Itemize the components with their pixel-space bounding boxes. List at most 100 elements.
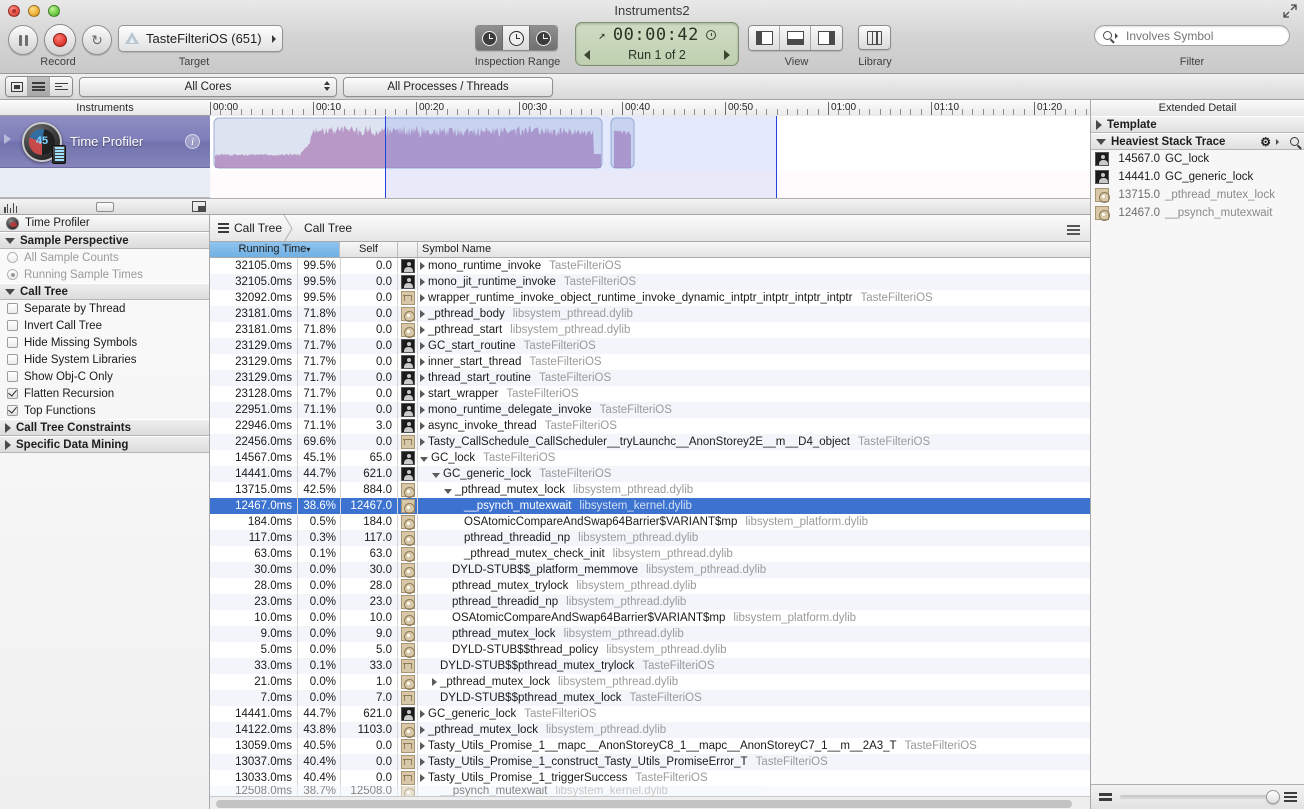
gear-icon[interactable]: ⚙ xyxy=(1260,135,1271,149)
table-row[interactable]: 23128.0ms 71.7% 0.0 start_wrapper TasteFilte… xyxy=(210,386,1090,402)
stack-trace-row[interactable]: 13715.0 _pthread_mutex_lock xyxy=(1091,186,1304,204)
filter-search-field[interactable] xyxy=(1094,25,1290,46)
stack-trace-row[interactable]: 12467.0 __psynch_mutexwait xyxy=(1091,204,1304,222)
table-row[interactable]: 28.0ms 0.0% 28.0 pthread_mutex_trylock libsy… xyxy=(210,578,1090,594)
table-row[interactable]: 10.0ms 0.0% 10.0 OSAtomicCompareAndSwap64Ba… xyxy=(210,610,1090,626)
toggle-left-pane-button[interactable] xyxy=(749,26,780,50)
stack-trace-row[interactable]: 14441.0 GC_generic_lock xyxy=(1091,168,1304,186)
slider-knob[interactable] xyxy=(1266,790,1280,804)
table-row[interactable]: 23181.0ms 71.8% 0.0 _pthread_body libsystem_… xyxy=(210,306,1090,322)
heaviest-stack-section-header[interactable]: Heaviest Stack Trace ⚙ xyxy=(1091,133,1304,150)
table-row[interactable]: 32105.0ms 99.5% 0.0 mono_runtime_invoke Tast… xyxy=(210,258,1090,274)
disclosure-triangle-icon[interactable] xyxy=(444,488,452,494)
settings-option-all-sample-counts[interactable]: All Sample Counts xyxy=(0,249,209,266)
gear-chevron-icon[interactable] xyxy=(1276,138,1279,145)
target-selector[interactable]: TasteFilteriOS (651) xyxy=(118,25,283,52)
table-row[interactable]: 117.0ms 0.3% 117.0 pthread_threadid_np libsy… xyxy=(210,530,1090,546)
table-row[interactable]: 22951.0ms 71.1% 0.0 mono_runtime_delegate_i… xyxy=(210,402,1090,418)
detail-view-button[interactable] xyxy=(6,77,28,96)
disclosure-triangle-icon[interactable] xyxy=(420,374,425,382)
equalizer-icon[interactable] xyxy=(1099,790,1112,804)
disclosure-triangle-icon[interactable] xyxy=(420,342,425,350)
table-row[interactable]: 30.0ms 0.0% 30.0 DYLD-STUB$$_platform_memmo… xyxy=(210,562,1090,578)
disclosure-triangle-icon[interactable] xyxy=(420,456,428,462)
record-button[interactable] xyxy=(44,24,76,56)
settings-section-call-tree[interactable]: Call Tree xyxy=(0,283,209,300)
checkbox[interactable] xyxy=(7,405,18,416)
search-input[interactable] xyxy=(1124,27,1274,44)
disclosure-triangle-icon[interactable] xyxy=(420,758,425,766)
table-row[interactable]: 32092.0ms 99.5% 0.0 wrapper_runtime_invoke_… xyxy=(210,290,1090,306)
instrument-row-time-profiler[interactable]: 45 Time Profiler i xyxy=(0,116,210,168)
disclosure-triangle-icon[interactable] xyxy=(420,742,425,750)
table-row[interactable]: 23129.0ms 71.7% 0.0 thread_start_routine Tas… xyxy=(210,370,1090,386)
table-row[interactable]: 32105.0ms 99.5% 0.0 mono_jit_runtime_invoke… xyxy=(210,274,1090,290)
fullscreen-icon[interactable] xyxy=(1283,4,1297,18)
cpu-usage-graph[interactable] xyxy=(210,116,1090,171)
checkbox[interactable] xyxy=(7,371,18,382)
disclosure-triangle-icon[interactable] xyxy=(420,710,425,718)
disclosure-triangle-icon[interactable] xyxy=(420,294,425,302)
column-header-running-time[interactable]: Running Time▾ xyxy=(210,242,340,257)
disclosure-triangle-icon[interactable] xyxy=(420,390,425,398)
options-menu-icon[interactable] xyxy=(1067,223,1080,237)
breadcrumb-item-1[interactable]: Call Tree xyxy=(292,215,362,242)
disclosure-triangle-icon[interactable] xyxy=(432,678,437,686)
settings-option-hide-system-libraries[interactable]: Hide System Libraries xyxy=(0,351,209,368)
table-row[interactable]: 14441.0ms 44.7% 621.0 GC_generic_lock TasteF… xyxy=(210,466,1090,482)
next-run-button[interactable] xyxy=(724,50,730,60)
range-full-button[interactable] xyxy=(503,26,530,50)
table-row[interactable]: 22946.0ms 71.1% 3.0 async_invoke_thread Tast… xyxy=(210,418,1090,434)
table-row[interactable]: 13059.0ms 40.5% 0.0 Tasty_Utils_Promise_1__… xyxy=(210,738,1090,754)
list-view-button[interactable] xyxy=(28,77,50,96)
settings-option-flatten-recursion[interactable]: Flatten Recursion xyxy=(0,385,209,402)
table-row[interactable]: 13037.0ms 40.4% 0.0 Tasty_Utils_Promise_1_c… xyxy=(210,754,1090,770)
table-row[interactable]: 14122.0ms 43.8% 1103.0 _pthread_mutex_lock l… xyxy=(210,722,1090,738)
range-start-button[interactable] xyxy=(476,26,503,50)
settings-option-hide-missing-symbols[interactable]: Hide Missing Symbols xyxy=(0,334,209,351)
settings-option-top-functions[interactable]: Top Functions xyxy=(0,402,209,419)
table-row[interactable]: 13715.0ms 42.5% 884.0 _pthread_mutex_lock li… xyxy=(210,482,1090,498)
cores-selector[interactable]: All Cores xyxy=(79,76,337,97)
pause-button[interactable] xyxy=(8,25,38,55)
timer-display[interactable]: ↗ 00:00:42 Run 1 of 2 xyxy=(575,22,739,66)
checkbox[interactable] xyxy=(7,337,18,348)
timeline-ruler[interactable]: 00:00 00:10 00:20 00:30 00:40 00:50 01:00 01:10… xyxy=(210,100,1090,116)
table-row[interactable]: 12508.0ms 38.7% 12508.0 __psynch_mutexwait l… xyxy=(210,786,1090,796)
table-row[interactable]: 23129.0ms 71.7% 0.0 inner_start_thread Taste… xyxy=(210,354,1090,370)
table-row[interactable]: 21.0ms 0.0% 1.0 _pthread_mutex_lock libsyste… xyxy=(210,674,1090,690)
table-row[interactable]: 14567.0ms 45.1% 65.0 GC_lock TasteFilteriOS xyxy=(210,450,1090,466)
checkbox[interactable] xyxy=(7,320,18,331)
disclosure-triangle-icon[interactable] xyxy=(420,406,425,414)
table-row[interactable]: 13033.0ms 40.4% 0.0 Tasty_Utils_Promise_1_t… xyxy=(210,770,1090,786)
table-row[interactable]: 5.0ms 0.0% 5.0 DYLD-STUB$$thread_policy libs… xyxy=(210,642,1090,658)
disclosure-triangle-icon[interactable] xyxy=(420,278,425,286)
table-row[interactable]: 22456.0ms 69.6% 0.0 Tasty_CallSchedule_Call… xyxy=(210,434,1090,450)
stack-trace-row[interactable]: 14567.0 GC_lock xyxy=(1091,150,1304,168)
disclosure-triangle-icon[interactable] xyxy=(420,438,425,446)
table-row[interactable]: 63.0ms 0.1% 63.0 _pthread_mutex_check_init l… xyxy=(210,546,1090,562)
hscrollbar-thumb[interactable] xyxy=(216,800,1072,808)
track-size-control[interactable] xyxy=(96,201,115,212)
zoom-slider[interactable] xyxy=(1120,790,1280,804)
column-header-self[interactable]: Self xyxy=(340,242,398,257)
disclosure-triangle-icon[interactable] xyxy=(420,310,425,318)
table-row[interactable]: 7.0ms 0.0% 7.0 DYLD-STUB$$pthread_mutex_loc… xyxy=(210,690,1090,706)
checkbox[interactable] xyxy=(7,303,18,314)
table-row[interactable]: 23129.0ms 71.7% 0.0 GC_start_routine TasteFi… xyxy=(210,338,1090,354)
track-secondary-lane[interactable] xyxy=(210,171,1090,198)
checkbox[interactable] xyxy=(7,388,18,399)
expand-instrument-icon[interactable] xyxy=(4,134,11,144)
checkbox[interactable] xyxy=(7,354,18,365)
selection-range-lower[interactable] xyxy=(385,171,777,198)
table-row[interactable]: 9.0ms 0.0% 9.0 pthread_mutex_lock libsystem_… xyxy=(210,626,1090,642)
range-end-button[interactable] xyxy=(530,26,557,50)
breadcrumb-item-0[interactable]: Call Tree xyxy=(210,214,293,242)
table-horizontal-scrollbar[interactable] xyxy=(210,796,1090,809)
settings-section-sample-perspective[interactable]: Sample Perspective xyxy=(0,232,209,249)
loop-button[interactable]: ↻ xyxy=(82,25,112,55)
settings-option-show-obj-c-only[interactable]: Show Obj-C Only xyxy=(0,368,209,385)
settings-section-specific-data-mining[interactable]: Specific Data Mining xyxy=(0,436,209,453)
radio-button[interactable] xyxy=(7,252,18,263)
column-header-symbol-name[interactable]: Symbol Name xyxy=(418,242,1088,257)
